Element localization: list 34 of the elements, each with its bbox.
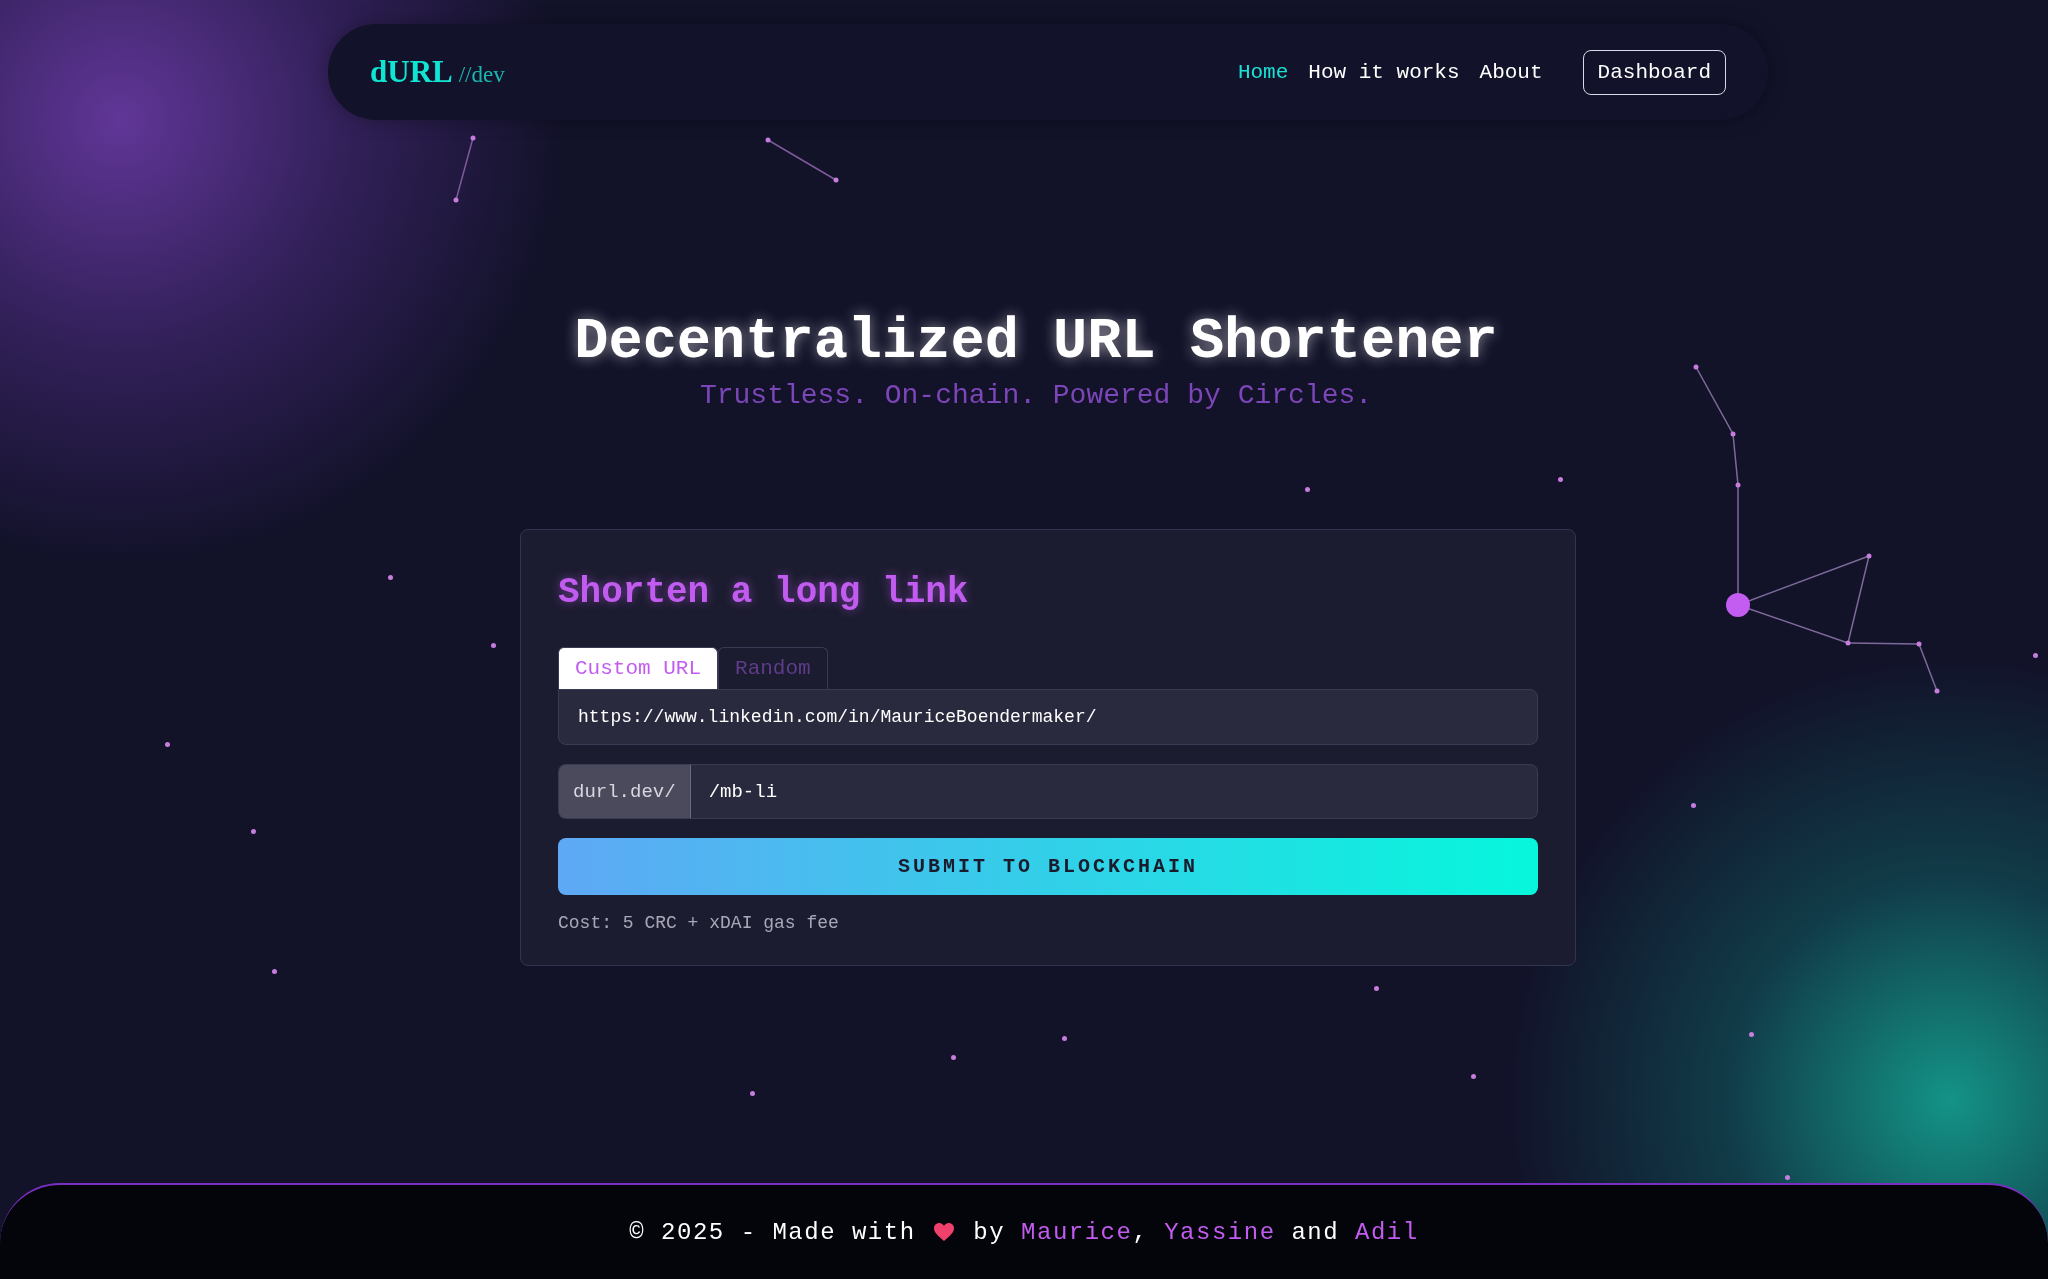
- star-dot: [1305, 487, 1310, 492]
- url-input-field[interactable]: https://www.linkedin.com/in/MauriceBoendermaker/: [558, 689, 1538, 745]
- star-dot: [1749, 1032, 1754, 1037]
- star-dot: [1691, 803, 1696, 808]
- star-dot: [272, 969, 277, 974]
- star-dot: [1558, 477, 1563, 482]
- star-dot: [2033, 653, 2038, 658]
- star-dot: [750, 1091, 755, 1096]
- star-dot: [251, 829, 256, 834]
- footer-credit: © 2025 - Made with by Maurice, Yassine and Adil: [629, 1218, 1419, 1246]
- star-dot: [388, 575, 393, 580]
- slug-input-field[interactable]: /mb-li: [690, 764, 1538, 819]
- star-dot: [1374, 986, 1379, 991]
- nav-link[interactable]: Home: [1237, 60, 1289, 84]
- submit-button[interactable]: SUBMIT TO BLOCKCHAIN: [558, 838, 1538, 895]
- page-subtitle: Trustless. On-chain. Powered by Circles.: [698, 380, 1374, 411]
- page-title: Decentralized URL Shortener: [574, 310, 1498, 374]
- domain-prefix: durl.dev/: [558, 764, 691, 819]
- author-link[interactable]: Yassine: [1164, 1218, 1276, 1246]
- star-dot: [1062, 1036, 1067, 1041]
- star-dot: [1471, 1074, 1476, 1079]
- heart-icon: [933, 1222, 956, 1242]
- star-dot: [1785, 1175, 1790, 1180]
- cost-note: Cost: 5 CRC + xDAI gas fee: [558, 913, 840, 933]
- nav-link[interactable]: About: [1479, 60, 1543, 84]
- author-link[interactable]: Maurice: [1021, 1218, 1133, 1246]
- star-dot: [951, 1055, 956, 1060]
- card-heading: Shorten a long link: [558, 572, 970, 613]
- star-dot: [491, 643, 496, 648]
- star-dot: [165, 742, 170, 747]
- author-link[interactable]: Adil: [1355, 1218, 1419, 1246]
- nav-link[interactable]: How it works: [1308, 60, 1460, 84]
- dashboard-button[interactable]: Dashboard: [1582, 49, 1726, 95]
- logo[interactable]: dURL //dev: [370, 54, 505, 90]
